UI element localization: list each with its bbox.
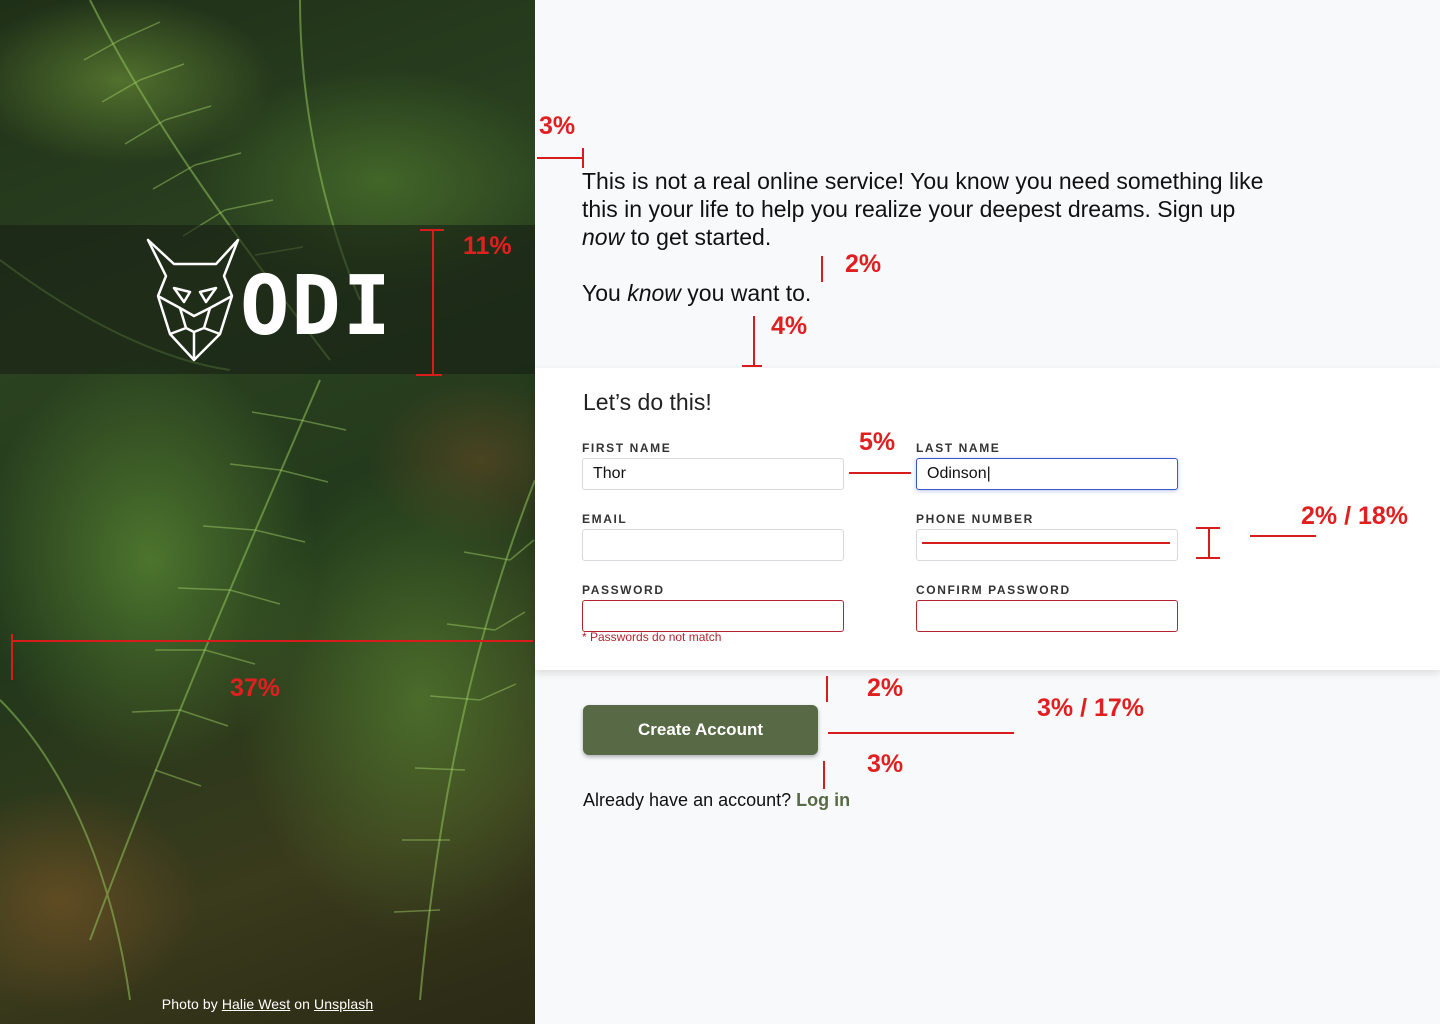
annotation-label: 2% / 18% <box>1301 502 1409 530</box>
annotation-label: 2% <box>867 674 904 702</box>
annotation-line <box>849 472 911 474</box>
password-group: Password <box>582 583 844 632</box>
photo-credit: Photo by Halie West on Unsplash <box>0 996 535 1012</box>
intro-emphasis: now <box>582 224 625 250</box>
annotation-line <box>537 157 583 159</box>
last-name-group: Last Name Odinson| <box>916 441 1178 490</box>
password-label: Password <box>582 583 665 597</box>
annotation-line <box>416 374 442 376</box>
password-input[interactable] <box>582 600 844 632</box>
annotation-line <box>1208 527 1210 557</box>
annotation-line <box>432 229 434 375</box>
annotation-line <box>420 229 444 231</box>
confirm-password-label: Confirm Password <box>916 583 1071 597</box>
intro-copy: This is not a real online service! You k… <box>582 167 1282 307</box>
credit-middle: on <box>294 996 311 1012</box>
last-name-label: Last Name <box>916 441 1001 455</box>
intro-text: you want to. <box>680 280 812 306</box>
phone-label: Phone Number <box>916 512 1034 526</box>
annotation-line <box>742 365 762 367</box>
credit-author-link[interactable]: Halie West <box>222 996 290 1012</box>
email-group: Email <box>582 512 844 561</box>
intro-paragraph-1: This is not a real online service! You k… <box>582 167 1282 251</box>
password-error: * Passwords do not match <box>582 630 722 644</box>
last-name-input[interactable]: Odinson| <box>916 458 1178 490</box>
form-heading: Let’s do this! <box>583 389 712 415</box>
annotation-line <box>1196 527 1220 529</box>
confirm-password-input[interactable] <box>916 600 1178 632</box>
login-prompt-text: Already have an account? <box>583 790 792 810</box>
annotation-label: 4% <box>771 312 808 340</box>
login-prompt: Already have an account? Log in <box>583 790 850 811</box>
annotation-line <box>826 676 828 702</box>
annotation-line <box>11 640 533 642</box>
annotation-line <box>823 761 825 789</box>
viking-dog-head-icon: ODIN <box>146 238 443 362</box>
annotation-line <box>821 256 823 282</box>
logo-wordmark: ODIN <box>240 259 384 354</box>
email-input[interactable] <box>582 529 844 561</box>
intro-text: to get started. <box>624 224 772 250</box>
intro-paragraph-2: You know you want to. <box>582 279 1282 307</box>
intro-text: This is not a real online service! You k… <box>582 168 1264 222</box>
login-link[interactable]: Log in <box>796 790 850 810</box>
phone-group: Phone Number <box>916 512 1178 561</box>
annotation-line <box>11 634 13 680</box>
annotation-line <box>753 316 755 366</box>
annotation-label: 2% <box>845 250 882 278</box>
intro-emphasis: know <box>627 280 681 306</box>
annotation-label: 11% <box>463 232 512 260</box>
first-name-input[interactable]: Thor <box>582 458 844 490</box>
hero-panel: ODIN Photo by Halie West on Unsplash <box>0 0 535 1024</box>
confirm-password-group: Confirm Password <box>916 583 1178 632</box>
annotation-line <box>1196 557 1220 559</box>
odin-logo: ODIN <box>144 236 443 364</box>
annotation-label: 3% <box>539 112 576 140</box>
annotation-line <box>1250 535 1316 537</box>
intro-text: You <box>582 280 628 306</box>
annotation-line <box>922 542 1170 544</box>
create-account-button[interactable]: Create Account <box>583 705 818 755</box>
credit-source-link[interactable]: Unsplash <box>314 996 373 1012</box>
first-name-label: First Name <box>582 441 672 455</box>
fern-photo <box>0 0 535 1001</box>
credit-prefix: Photo by <box>161 996 218 1012</box>
annotation-label: 5% <box>859 428 896 456</box>
annotation-line <box>828 732 1014 734</box>
annotation-line <box>582 148 584 168</box>
email-label: Email <box>582 512 628 526</box>
annotation-label: 3% <box>867 750 904 778</box>
annotation-label: 37% <box>230 674 281 702</box>
phone-input[interactable] <box>916 529 1178 561</box>
annotation-label: 3% / 17% <box>1037 694 1145 722</box>
first-name-group: First Name Thor <box>582 441 844 490</box>
